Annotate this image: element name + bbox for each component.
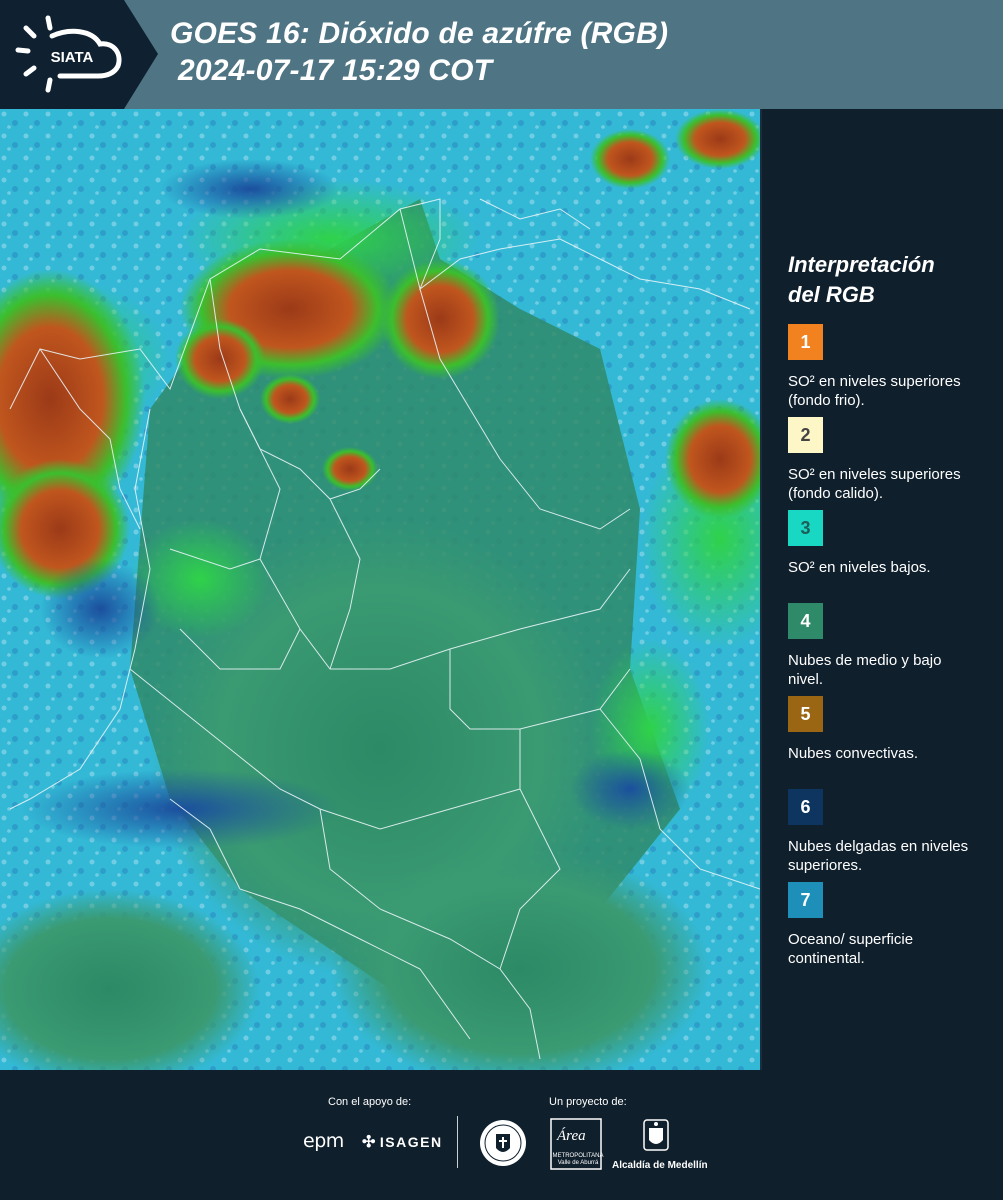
convective-cloud: [175, 319, 265, 399]
thin-high-cloud: [160, 159, 340, 219]
legend-item: 6 Nubes delgadas en niveles superiores.: [788, 789, 988, 882]
legend-swatch: 6: [788, 789, 823, 825]
legend-label: SO² en niveles superiores (fondo frio).: [788, 373, 961, 409]
alcaldia-label: Alcaldía de Medellín: [612, 1160, 708, 1171]
legend-item: 7 Oceano/ superficie continental.: [788, 882, 988, 975]
convective-cloud: [322, 447, 378, 491]
legend-swatch: 3: [788, 510, 823, 546]
legend-swatch: 4: [788, 603, 823, 639]
legend-item: 4 Nubes de medio y bajo nivel.: [788, 603, 988, 696]
convective-cloud: [590, 129, 670, 189]
legend-label: Nubes de medio y bajo nivel.: [788, 652, 942, 688]
medellin-crest-icon: [643, 1119, 669, 1151]
legend-label: SO² en niveles superiores (fondo calido)…: [788, 466, 961, 502]
convective-cloud: [380, 259, 500, 379]
legend-swatch: 1: [788, 324, 823, 360]
legend-label: Nubes delgadas en niveles superiores.: [788, 838, 969, 874]
legend-label: Oceano/ superficie continental.: [788, 931, 914, 967]
legend-item: 5 Nubes convectivas.: [788, 696, 988, 789]
convective-cloud: [260, 374, 320, 424]
project-label: Un proyecto de:: [549, 1096, 627, 1108]
legend-title-line2: del RGB: [788, 282, 875, 307]
support-label: Con el apoyo de:: [328, 1096, 412, 1108]
thin-high-cloud: [20, 769, 340, 849]
legend-item: 3 SO² en niveles bajos.: [788, 510, 988, 603]
thin-high-cloud: [570, 749, 690, 829]
legend-title-line1: Interpretación: [788, 252, 935, 277]
footer: Con el apoyo de: Un proyecto de: epm ✣ IS…: [0, 1070, 1003, 1200]
legend-item: 1 SO² en niveles superiores (fondo frio).: [788, 324, 988, 417]
legend-items: 1 SO² en niveles superiores (fondo frio).…: [788, 324, 988, 975]
siata-sun-icon: SIATA: [15, 15, 122, 93]
epm-logo: epm: [303, 1130, 344, 1152]
svg-text:SIATA: SIATA: [51, 49, 94, 66]
area-word: Área: [557, 1128, 586, 1144]
legend-item: 2 SO² en niveles superiores (fondo calido…: [788, 417, 988, 510]
legend-title: Interpretación del RGB: [788, 250, 988, 310]
university-seal-icon: [480, 1120, 526, 1166]
legend-swatch: 2: [788, 417, 823, 453]
area-subtitle: METROPOLITANA Valle de Aburrá: [552, 1153, 604, 1166]
page-title: GOES 16: Dióxido de azúfre (RGB): [170, 17, 669, 50]
footer-divider: [457, 1116, 458, 1168]
legend-label: Nubes convectivas.: [788, 745, 919, 762]
isagen-mark-icon: ✣: [362, 1134, 377, 1151]
satellite-map: [0, 109, 762, 1070]
timestamp: 2024-07-17 15:29 COT: [178, 54, 493, 87]
legend-swatch: 7: [788, 882, 823, 918]
legend-swatch: 5: [788, 696, 823, 732]
isagen-logo: ✣ ISAGEN: [362, 1132, 443, 1152]
legend: Interpretación del RGB 1 SO² en niveles s…: [788, 250, 988, 975]
legend-label: SO² en niveles bajos.: [788, 559, 931, 576]
isagen-label: ISAGEN: [379, 1134, 443, 1150]
